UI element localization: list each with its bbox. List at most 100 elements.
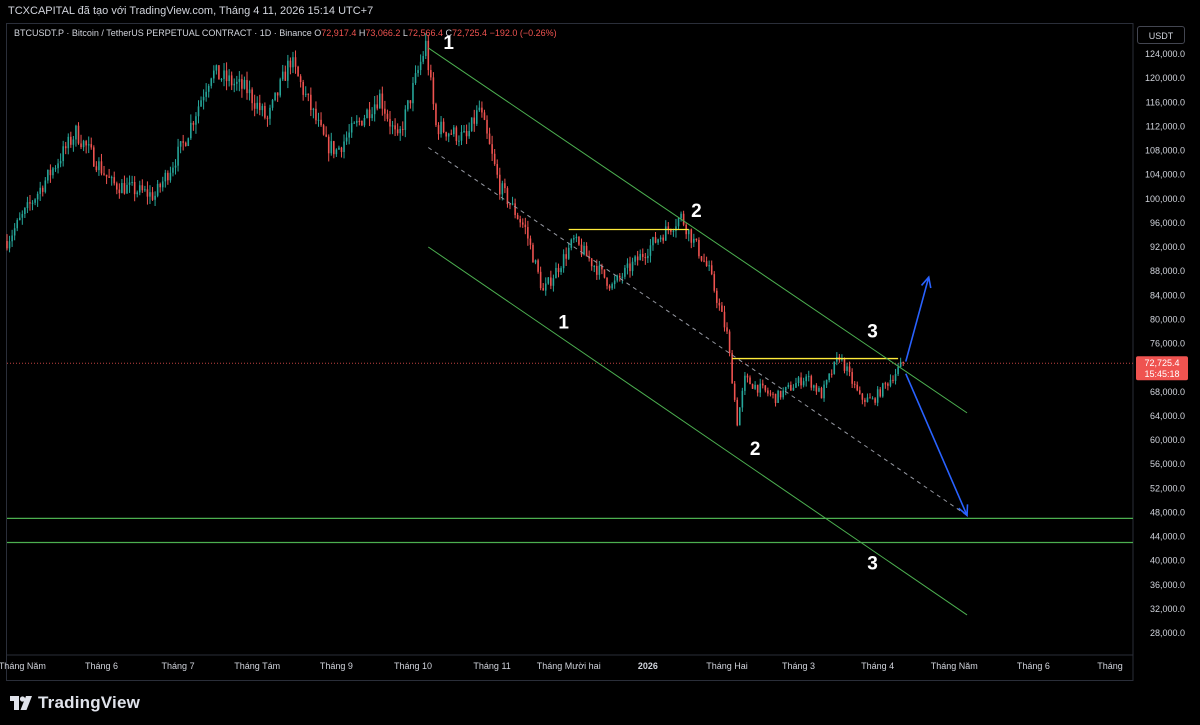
candle (641, 253, 644, 257)
candle (432, 77, 435, 105)
candle (818, 388, 820, 392)
price-chart[interactable]: 28,000.0 32,000.0 36,000.0 40,000.0 44,000.0… (0, 0, 1200, 725)
candle (437, 125, 440, 135)
candle (230, 75, 233, 86)
candle (608, 285, 611, 289)
candle (8, 241, 11, 249)
candle (376, 104, 379, 109)
y-tick-label: 64,000.0 (1150, 411, 1185, 421)
candle (779, 390, 782, 398)
candle (381, 93, 384, 109)
candle (552, 278, 555, 286)
candle (82, 141, 85, 148)
candle (366, 109, 368, 119)
candle (861, 393, 864, 400)
candle (797, 377, 800, 383)
candle (756, 384, 759, 393)
candle (276, 92, 279, 96)
candle (348, 132, 350, 138)
candle (44, 180, 47, 192)
candle (294, 57, 297, 67)
candle (539, 271, 542, 289)
candle (716, 290, 718, 303)
candle (279, 79, 281, 96)
candle (483, 112, 486, 120)
candle (626, 263, 629, 268)
candle (39, 187, 41, 194)
candle (281, 71, 284, 80)
candle (544, 283, 547, 291)
candle (442, 121, 445, 133)
candle (302, 82, 304, 95)
candle (501, 183, 504, 195)
last-price-value: 72,725.4 (1144, 358, 1179, 368)
y-tick-label: 52,000.0 (1150, 483, 1185, 493)
candle (560, 268, 562, 273)
candle (521, 222, 524, 225)
candle (805, 376, 807, 382)
candle (6, 240, 8, 249)
candle (197, 106, 200, 117)
candle (67, 136, 70, 149)
candle (246, 79, 248, 94)
candle (894, 374, 897, 381)
candle (647, 255, 649, 259)
candle (774, 393, 777, 403)
candle (744, 375, 746, 391)
candle (404, 109, 407, 130)
y-tick-label: 84,000.0 (1150, 290, 1185, 300)
x-tick-label: Tháng (1097, 661, 1123, 671)
candle (417, 70, 419, 74)
candle (218, 65, 220, 80)
wave-label: 1 (558, 312, 569, 333)
candle (394, 125, 396, 130)
candle (16, 220, 19, 229)
y-tick-label: 100,000.0 (1145, 194, 1185, 204)
candle (169, 172, 172, 181)
candle (580, 244, 583, 255)
candle (784, 386, 787, 391)
candle (874, 398, 876, 403)
candle (825, 379, 828, 385)
candle (728, 331, 731, 354)
candle (358, 120, 361, 122)
candle (455, 127, 458, 142)
candle (476, 110, 478, 124)
candle (103, 173, 105, 175)
candle (384, 108, 386, 114)
candle (414, 73, 417, 83)
candle (810, 376, 813, 388)
tradingview-logo[interactable]: TradingView (10, 692, 140, 714)
candle (64, 146, 67, 149)
symbol-info[interactable]: BTCUSDT.P · Bitcoin / TetherUS PERPETUAL… (14, 28, 312, 38)
candle (225, 70, 228, 82)
candle (440, 121, 442, 135)
candle (631, 261, 634, 272)
candle (47, 169, 49, 181)
candle (491, 144, 493, 154)
candle (795, 382, 797, 388)
candle (292, 57, 294, 68)
x-tick-label: Tháng Năm (931, 661, 978, 671)
currency-button[interactable]: USDT (1137, 26, 1185, 44)
candle (772, 393, 774, 395)
candle (830, 373, 833, 375)
candle (869, 397, 871, 399)
candle (123, 183, 126, 194)
candle (677, 218, 680, 227)
candle (108, 176, 110, 178)
candle (866, 397, 869, 402)
candle (761, 383, 764, 386)
candle (843, 357, 846, 371)
candle (269, 107, 271, 119)
candle (884, 383, 887, 385)
y-tick-label: 80,000.0 (1150, 314, 1185, 324)
candle (177, 146, 179, 166)
candle (243, 79, 246, 89)
candle (562, 254, 565, 269)
y-tick-label: 92,000.0 (1150, 242, 1185, 252)
candle (266, 117, 269, 119)
candle (409, 100, 412, 104)
candle (128, 182, 131, 185)
candle (767, 390, 769, 394)
